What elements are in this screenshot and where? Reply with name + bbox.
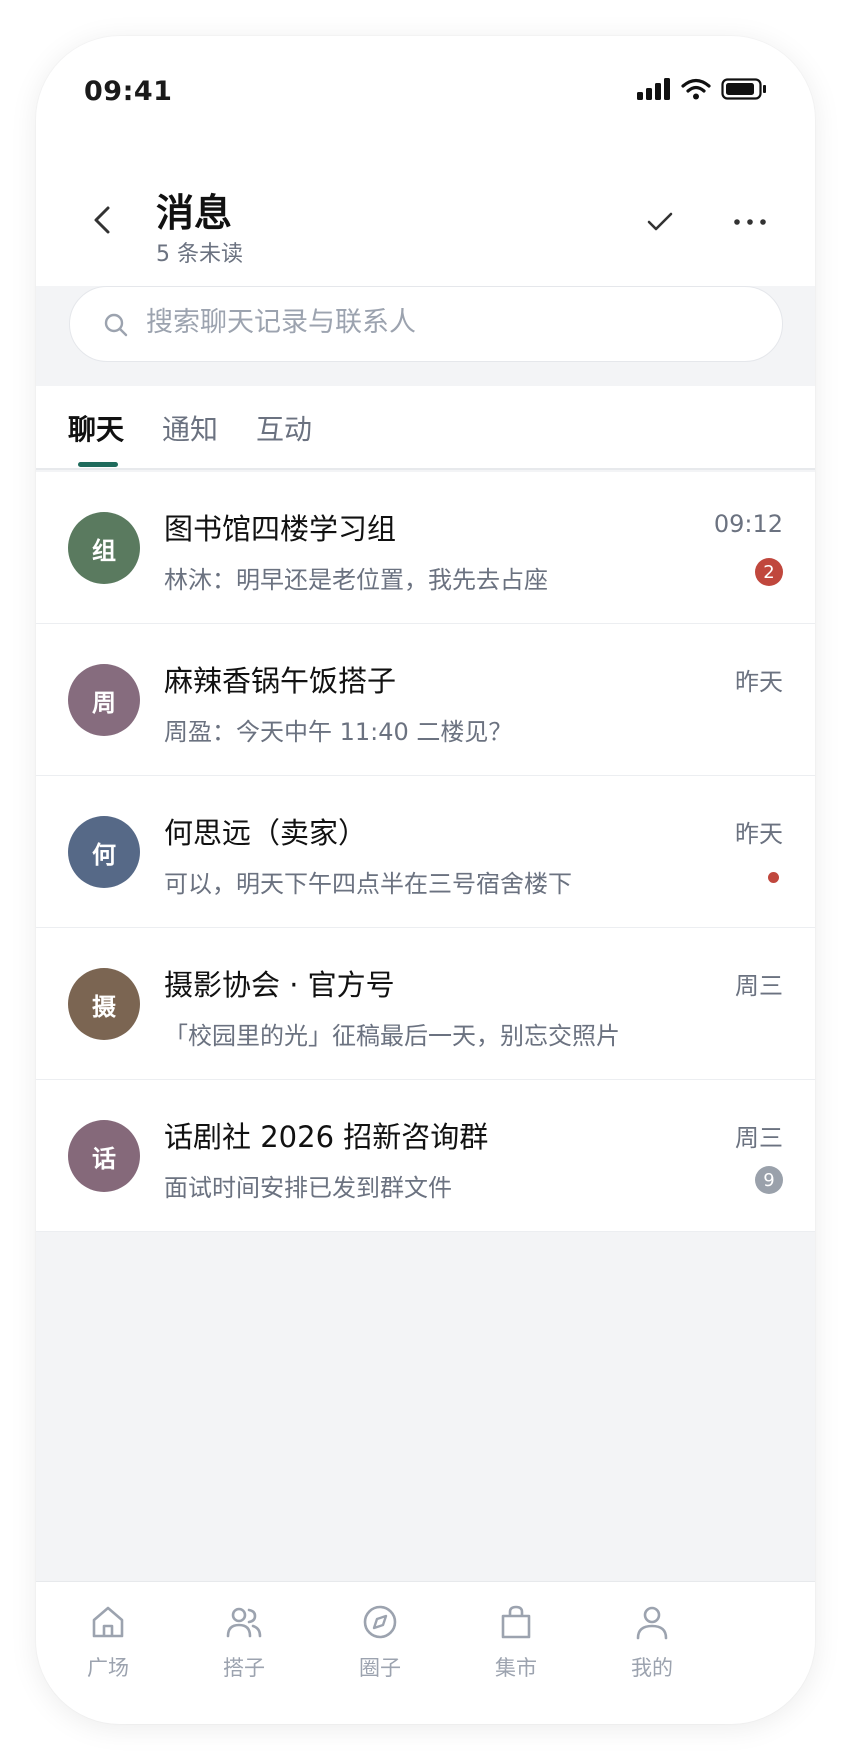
chat-time: 周三 bbox=[735, 972, 783, 1000]
unread-badge: 2 bbox=[755, 558, 783, 586]
nav-item-partners[interactable]: 搭子 bbox=[184, 1602, 304, 1682]
tab-notifications[interactable]: 通知 bbox=[162, 408, 218, 448]
status-icons bbox=[637, 78, 767, 100]
signal-icon bbox=[637, 78, 670, 100]
nav-label: 我的 bbox=[631, 1656, 673, 1680]
nav-item-circles[interactable]: 圈子 bbox=[320, 1602, 440, 1682]
chat-row-photo-club[interactable]: 摄 摄影协会 · 官方号 周三 「校园里的光」征稿最后一天，别忘交照片 bbox=[36, 928, 815, 1080]
nav-item-plaza[interactable]: 广场 bbox=[48, 1602, 168, 1682]
chat-row-library-group[interactable]: 组 图书馆四楼学习组 09:12 林沐：明早还是老位置，我先去占座 2 bbox=[36, 472, 815, 624]
avatar: 何 bbox=[68, 816, 140, 888]
bag-icon bbox=[501, 1605, 531, 1639]
chat-list: 组 图书馆四楼学习组 09:12 林沐：明早还是老位置，我先去占座 2 周 麻辣… bbox=[36, 472, 815, 1232]
chat-name: 话剧社 2026 招新咨询群 bbox=[164, 1120, 489, 1154]
chat-preview: 可以，明天下午四点半在三号宿舍楼下 bbox=[164, 870, 572, 898]
compass-icon bbox=[363, 1605, 397, 1639]
search-box[interactable] bbox=[69, 286, 783, 362]
active-tab-indicator bbox=[78, 462, 118, 467]
nav-label: 集市 bbox=[495, 1656, 537, 1680]
home-icon bbox=[92, 1606, 124, 1638]
nav-item-me[interactable]: 我的 bbox=[592, 1602, 712, 1682]
wifi-icon bbox=[681, 78, 711, 100]
chat-row-lunch-group[interactable]: 周 麻辣香锅午饭搭子 昨天 周盈：今天中午 11:40 二楼见？ bbox=[36, 624, 815, 776]
avatar: 摄 bbox=[68, 968, 140, 1040]
unread-badge: 9 bbox=[755, 1166, 783, 1194]
unread-count: 5 条未读 bbox=[156, 242, 243, 267]
chat-name: 图书馆四楼学习组 bbox=[164, 512, 397, 546]
bottom-nav: 广场 搭子 圈子 集市 我的 bbox=[36, 1581, 815, 1724]
tab-interactions[interactable]: 互动 bbox=[256, 408, 312, 448]
chat-preview: 面试时间安排已发到群文件 bbox=[164, 1174, 452, 1202]
nav-label: 圈子 bbox=[359, 1656, 401, 1680]
back-button[interactable] bbox=[84, 200, 124, 240]
status-time: 09:41 bbox=[84, 76, 173, 107]
users-icon bbox=[226, 1607, 262, 1638]
tab-bar: 聊天 通知 互动 bbox=[36, 386, 815, 470]
avatar: 话 bbox=[68, 1120, 140, 1192]
nav-item-market[interactable]: 集市 bbox=[456, 1602, 576, 1682]
search-area bbox=[36, 286, 815, 386]
battery-icon bbox=[721, 78, 766, 100]
unread-dot bbox=[768, 872, 779, 883]
chat-name: 何思远（卖家） bbox=[164, 816, 368, 850]
header: 消息 5 条未读 bbox=[36, 144, 815, 286]
user-icon bbox=[636, 1606, 668, 1640]
avatar: 周 bbox=[68, 664, 140, 736]
chat-time: 09:12 bbox=[713, 510, 783, 538]
chat-row-seller[interactable]: 何 何思远（卖家） 昨天 可以，明天下午四点半在三号宿舍楼下 bbox=[36, 776, 815, 928]
more-button[interactable] bbox=[732, 206, 768, 238]
chat-preview: 林沐：明早还是老位置，我先去占座 bbox=[164, 566, 548, 594]
chat-time: 昨天 bbox=[735, 820, 783, 848]
nav-label: 广场 bbox=[87, 1656, 129, 1680]
chat-preview: 「校园里的光」征稿最后一天，别忘交照片 bbox=[164, 1022, 620, 1050]
search-input[interactable] bbox=[146, 307, 746, 338]
mark-all-read-button[interactable] bbox=[644, 206, 676, 238]
page-title: 消息 bbox=[156, 191, 233, 235]
chat-name: 麻辣香锅午饭搭子 bbox=[164, 664, 397, 698]
chat-time: 昨天 bbox=[735, 668, 783, 696]
search-icon bbox=[104, 313, 128, 337]
status-bar: 09:41 bbox=[36, 36, 815, 144]
nav-label: 搭子 bbox=[223, 1656, 265, 1680]
chat-preview: 周盈：今天中午 11:40 二楼见？ bbox=[164, 718, 513, 746]
phone-frame: 09:41 消息 5 条未读 搜索聊天记录与联系人 聊天 通知 互动 组 图书馆… bbox=[36, 36, 815, 1724]
tab-chat[interactable]: 聊天 bbox=[68, 408, 124, 448]
avatar: 组 bbox=[68, 512, 140, 584]
chat-name: 摄影协会 · 官方号 bbox=[164, 968, 395, 1002]
chat-row-drama-club[interactable]: 话 话剧社 2026 招新咨询群 周三 面试时间安排已发到群文件 9 bbox=[36, 1080, 815, 1232]
chat-time: 周三 bbox=[735, 1124, 783, 1152]
